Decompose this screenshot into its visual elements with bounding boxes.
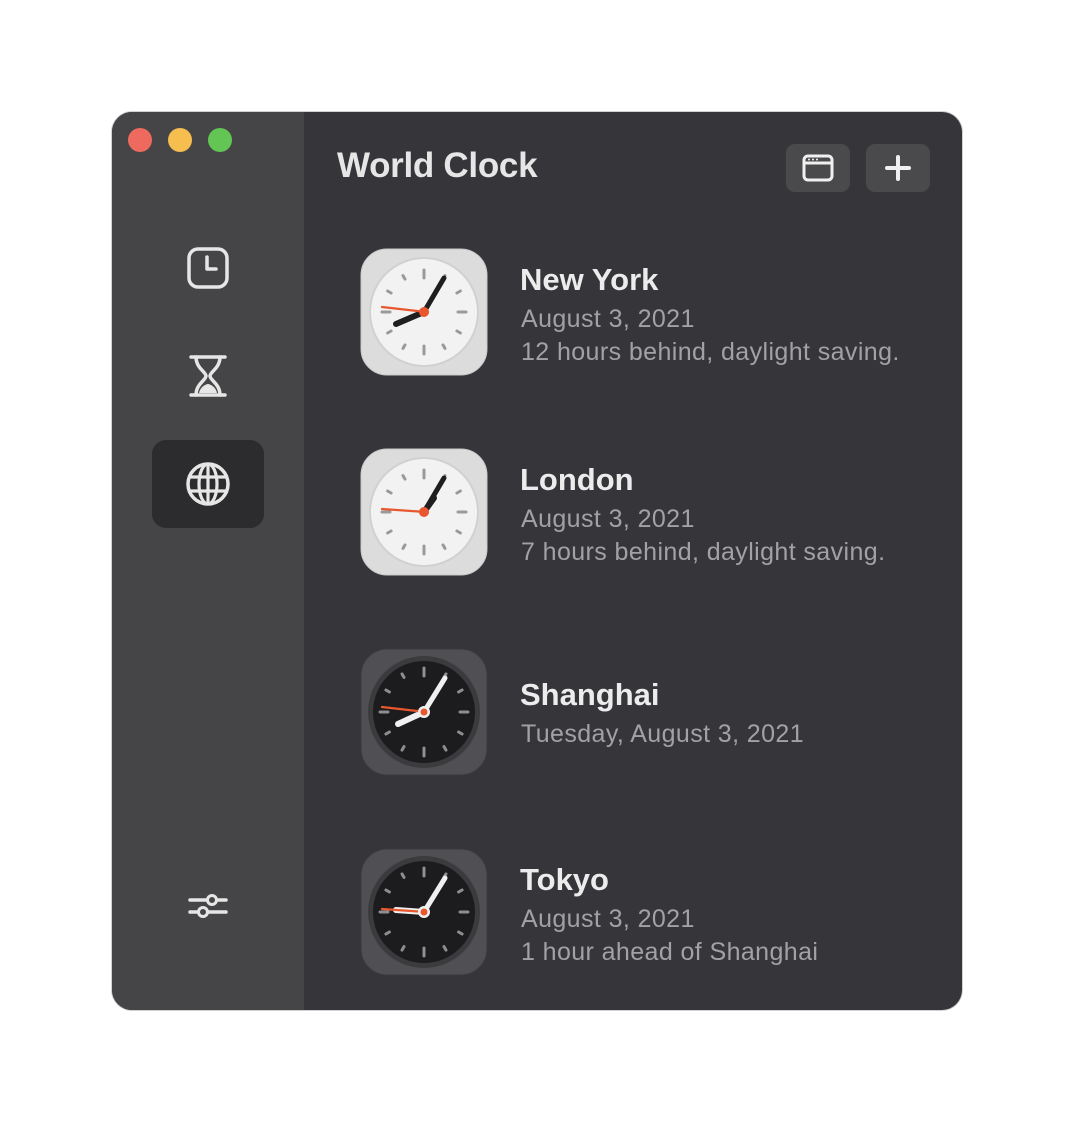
sidebar-item-clock[interactable]	[152, 224, 264, 312]
window-icon	[802, 154, 834, 182]
sidebar-item-timer[interactable]	[152, 332, 264, 420]
city-date: August 3, 2021	[521, 505, 695, 533]
city-name: Tokyo	[520, 862, 609, 897]
city-offset: 12 hours behind, daylight saving.	[521, 338, 900, 366]
analog-clock-icon	[360, 648, 488, 776]
sidebar-settings-button[interactable]	[152, 862, 264, 950]
plus-icon	[885, 155, 911, 181]
sliders-icon	[188, 894, 228, 918]
maximize-button[interactable]	[208, 128, 232, 152]
add-clock-button[interactable]	[866, 144, 930, 192]
analog-clock-icon	[360, 248, 488, 376]
globe-icon	[186, 462, 230, 506]
page-title: World Clock	[337, 146, 538, 185]
sidebar	[112, 112, 304, 1010]
list-item[interactable]: Shanghai Tuesday, August 3, 2021	[360, 648, 920, 778]
window-button[interactable]	[786, 144, 850, 192]
analog-clock-icon	[360, 848, 488, 976]
city-offset: 7 hours behind, daylight saving.	[521, 538, 886, 566]
sidebar-item-world-clock[interactable]	[152, 440, 264, 528]
city-name: London	[520, 462, 634, 497]
city-name: New York	[520, 262, 659, 297]
city-date: August 3, 2021	[521, 305, 695, 333]
list-item[interactable]: Tokyo August 3, 2021 1 hour ahead of Sha…	[360, 848, 920, 978]
city-date: Tuesday, August 3, 2021	[521, 720, 805, 748]
list-item[interactable]: London August 3, 2021 7 hours behind, da…	[360, 448, 920, 578]
city-offset: 1 hour ahead of Shanghai	[521, 938, 819, 966]
main-content: World Clock New York August 3, 2021 12 h…	[304, 112, 962, 1010]
analog-clock-icon	[360, 448, 488, 576]
clock-icon	[187, 247, 229, 289]
hourglass-icon	[189, 355, 227, 397]
list-item[interactable]: New York August 3, 2021 12 hours behind,…	[360, 248, 920, 378]
city-name: Shanghai	[520, 677, 660, 712]
close-button[interactable]	[128, 128, 152, 152]
minimize-button[interactable]	[168, 128, 192, 152]
city-date: August 3, 2021	[521, 905, 695, 933]
world-clock-window: World Clock New York August 3, 2021 12 h…	[112, 112, 962, 1010]
